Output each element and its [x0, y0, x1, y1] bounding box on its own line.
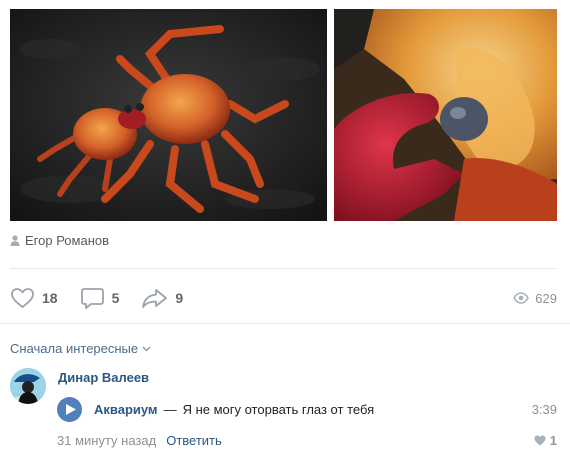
claw-photo-image	[334, 9, 557, 221]
avatar-image	[10, 368, 46, 404]
audio-duration: 3:39	[531, 401, 557, 417]
like-count: 18	[42, 290, 58, 306]
post-photo-crab[interactable]	[10, 9, 327, 221]
audio-separator: —	[163, 401, 177, 417]
divider	[10, 268, 557, 269]
comment-author[interactable]: Динар Валеев	[58, 370, 149, 385]
views-counter: 629	[513, 291, 557, 306]
comment-meta: 31 минуту назад Ответить	[57, 433, 222, 448]
comment-count: 5	[111, 290, 120, 306]
post-photo-claw[interactable]	[334, 9, 557, 221]
share-button[interactable]: 9	[141, 287, 183, 309]
heart-icon	[11, 288, 34, 309]
views-count: 629	[535, 290, 557, 306]
chevron-down-icon	[142, 346, 151, 351]
comment-time[interactable]: 31 минуту назад	[57, 433, 156, 448]
post-author[interactable]: Егор Романов	[10, 233, 109, 248]
play-button[interactable]	[57, 396, 82, 422]
comment-like-count: 1	[549, 433, 557, 448]
divider	[0, 323, 570, 324]
reply-button[interactable]: Ответить	[166, 433, 222, 448]
comment-sort-label: Сначала интересные	[10, 341, 139, 356]
comment-sort-dropdown[interactable]: Сначала интересные	[10, 341, 151, 356]
crab-photo-image	[10, 9, 327, 221]
audio-title[interactable]: Я не могу оторвать глаз от тебя	[183, 402, 375, 417]
heart-filled-icon	[534, 435, 546, 446]
like-button[interactable]: 18	[10, 287, 58, 309]
play-icon	[65, 403, 76, 415]
comment-icon	[80, 288, 104, 309]
share-count: 9	[175, 290, 184, 306]
audio-artist[interactable]: Аквариум	[94, 402, 158, 417]
audio-attachment: Аквариум — Я не могу оторвать глаз от те…	[57, 396, 557, 422]
post-author-name: Егор Романов	[25, 233, 110, 248]
eye-icon	[513, 292, 530, 304]
comment-button[interactable]: 5	[80, 287, 120, 309]
comment-like-button[interactable]: 1	[534, 433, 557, 448]
post-actions-bar: 18 5 9 629	[10, 284, 557, 312]
user-icon	[10, 235, 20, 246]
avatar[interactable]	[10, 368, 46, 404]
share-icon	[142, 289, 168, 308]
